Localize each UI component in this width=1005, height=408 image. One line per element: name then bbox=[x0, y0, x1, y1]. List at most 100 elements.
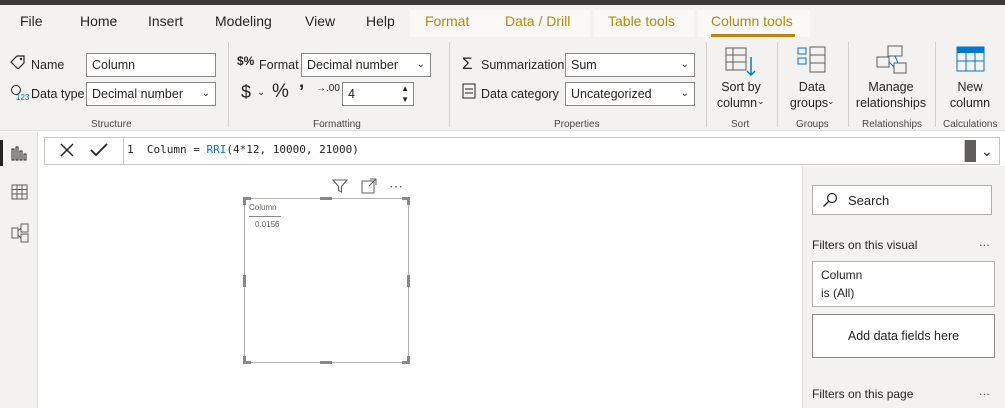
decimal-places-stepper[interactable]: 4 ▲ ▼ bbox=[342, 82, 414, 106]
tab-insert[interactable]: Insert bbox=[148, 13, 183, 29]
chevron-down-icon[interactable]: ⌄ bbox=[257, 87, 265, 98]
new-column-line2[interactable]: column bbox=[944, 95, 996, 111]
datatype-value: Decimal number bbox=[92, 87, 184, 101]
formula-function: RRI bbox=[206, 143, 227, 156]
filter-card-value: is (All) bbox=[821, 286, 855, 300]
resize-handle[interactable] bbox=[407, 356, 410, 364]
manage-relationships-line2[interactable]: relationships bbox=[852, 95, 930, 111]
sigma-icon: Σ bbox=[462, 54, 473, 73]
group-label-calculations: Calculations bbox=[943, 119, 998, 130]
name-field[interactable]: Column bbox=[86, 53, 216, 77]
data-category-icon bbox=[462, 83, 476, 102]
resize-handle[interactable] bbox=[320, 197, 332, 200]
tab-modeling[interactable]: Modeling bbox=[215, 13, 272, 29]
report-canvas bbox=[39, 166, 802, 408]
currency-format-icon: $% bbox=[237, 54, 255, 68]
filter-card[interactable]: Column is (All) bbox=[812, 261, 995, 307]
table-visual[interactable]: Column 0.0156 bbox=[244, 198, 409, 363]
chevron-down-icon: ⌄ bbox=[680, 59, 689, 70]
search-placeholder: Search bbox=[848, 193, 890, 208]
manage-relationships-line1[interactable]: Manage bbox=[852, 79, 930, 95]
group-label-formatting: Formatting bbox=[313, 119, 361, 130]
filters-pane: Search Filters on this visual ... Column… bbox=[802, 166, 1005, 408]
group-label-relationships: Relationships bbox=[862, 119, 923, 130]
group-divider bbox=[935, 42, 936, 127]
category-dropdown[interactable]: Uncategorized ⌄ bbox=[565, 82, 695, 106]
category-value: Uncategorized bbox=[571, 87, 652, 101]
chevron-down-icon: ⌄ bbox=[416, 59, 425, 70]
report-view-icon[interactable] bbox=[11, 145, 28, 164]
active-view-indicator bbox=[0, 140, 3, 166]
format-label: Format bbox=[259, 58, 299, 72]
resize-handle[interactable] bbox=[243, 356, 246, 364]
resize-handle[interactable] bbox=[320, 361, 332, 364]
tab-column-tools[interactable]: Column tools bbox=[711, 13, 793, 29]
group-divider bbox=[449, 42, 450, 127]
group-divider bbox=[777, 42, 778, 127]
sort-by-column-line1[interactable]: Sort by bbox=[715, 79, 767, 95]
stepper-arrows-icon[interactable]: ▲ ▼ bbox=[401, 83, 409, 105]
tag-icon bbox=[10, 55, 26, 72]
decimal-places-icon[interactable]: →.00 bbox=[316, 83, 340, 94]
filter-icon[interactable] bbox=[331, 178, 349, 197]
currency-icon[interactable]: $ bbox=[241, 82, 251, 103]
more-options-icon[interactable]: ⋯ bbox=[389, 178, 404, 195]
expand-formula-icon[interactable]: ⌄ bbox=[981, 143, 993, 160]
summarization-dropdown[interactable]: Sum ⌄ bbox=[565, 53, 695, 77]
resize-handle[interactable] bbox=[407, 197, 410, 205]
resize-handle[interactable] bbox=[407, 275, 410, 287]
cancel-icon[interactable] bbox=[59, 142, 75, 161]
data-view-icon[interactable] bbox=[11, 184, 28, 203]
tab-data-drill[interactable]: Data / Drill bbox=[505, 13, 570, 29]
chevron-down-icon[interactable]: ⌄ bbox=[827, 96, 835, 107]
sort-by-column-icon[interactable] bbox=[725, 47, 757, 80]
decimals-value: 4 bbox=[348, 87, 355, 101]
more-options-icon[interactable]: ... bbox=[979, 234, 990, 249]
filters-search-box[interactable]: Search bbox=[812, 185, 992, 215]
resize-handle[interactable] bbox=[243, 197, 246, 205]
comma-icon[interactable]: ’ bbox=[299, 82, 304, 104]
filter-card-field: Column bbox=[821, 268, 863, 282]
datatype-label: Data type bbox=[31, 87, 85, 101]
formula-divider bbox=[123, 138, 124, 164]
group-label-properties: Properties bbox=[554, 119, 600, 130]
sort-by-column-line2[interactable]: column bbox=[711, 95, 763, 111]
focus-mode-icon[interactable] bbox=[361, 178, 377, 197]
tab-help[interactable]: Help bbox=[366, 13, 395, 29]
add-data-fields-dropzone[interactable]: Add data fields here bbox=[812, 314, 995, 358]
tab-file[interactable]: File bbox=[20, 13, 43, 29]
group-divider bbox=[848, 42, 849, 127]
formula-bar: 1 Column = RRI(4*12, 10000, 21000) ⌄ bbox=[44, 137, 1000, 165]
tab-home[interactable]: Home bbox=[80, 13, 117, 29]
tab-view[interactable]: View bbox=[305, 13, 335, 29]
model-view-icon[interactable] bbox=[11, 223, 29, 246]
data-groups-icon[interactable] bbox=[797, 46, 827, 77]
formula-args: (4*12, 10000, 21000) bbox=[226, 143, 359, 156]
manage-relationships-icon[interactable] bbox=[876, 45, 908, 78]
group-divider bbox=[706, 42, 707, 127]
datatype-dropdown[interactable]: Decimal number ⌄ bbox=[86, 82, 216, 106]
summarization-value: Sum bbox=[571, 58, 597, 72]
chevron-down-icon[interactable]: ⌄ bbox=[757, 96, 765, 107]
resize-handle[interactable] bbox=[243, 275, 246, 287]
tab-table-tools[interactable]: Table tools bbox=[608, 13, 675, 29]
add-data-fields-label: Add data fields here bbox=[847, 329, 960, 343]
more-options-icon[interactable]: ... bbox=[979, 383, 990, 398]
new-column-icon[interactable] bbox=[956, 46, 986, 77]
formula-line-number: 1 bbox=[127, 143, 134, 156]
formula-scrollbar[interactable] bbox=[964, 140, 976, 162]
chevron-down-icon: ⌄ bbox=[680, 88, 689, 99]
name-label: Name bbox=[31, 58, 65, 72]
header-underline bbox=[249, 216, 281, 217]
format-dropdown[interactable]: Decimal number ⌄ bbox=[301, 53, 431, 77]
group-label-structure: Structure bbox=[91, 119, 132, 130]
data-groups-line1[interactable]: Data bbox=[786, 79, 838, 95]
filters-on-page-title: Filters on this page bbox=[812, 387, 914, 401]
group-label-groups: Groups bbox=[796, 119, 829, 130]
summarization-label: Summarization bbox=[481, 58, 565, 72]
percent-icon[interactable]: % bbox=[272, 81, 289, 103]
commit-icon[interactable] bbox=[89, 142, 109, 161]
formula-input[interactable]: 1 Column = RRI(4*12, 10000, 21000) bbox=[127, 143, 359, 156]
tab-format[interactable]: Format bbox=[425, 13, 469, 29]
new-column-line1[interactable]: New bbox=[944, 79, 996, 95]
